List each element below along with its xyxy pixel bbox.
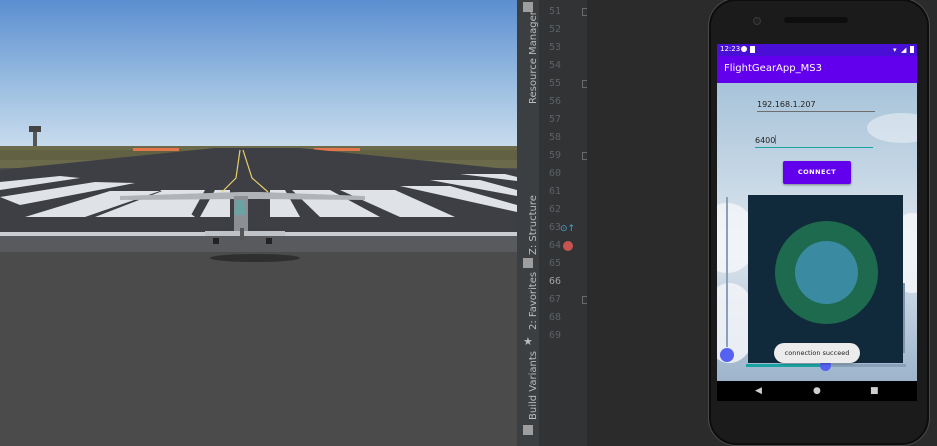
line-number: 62 [548,204,561,215]
battery-icon [910,46,914,53]
back-button[interactable]: ◀ [755,386,762,396]
text-cursor [775,135,777,144]
speaker-grille [784,17,848,23]
throttle-slider-fill [746,364,822,367]
app-title: FlightGearApp_MS3 [724,63,822,74]
tool-window-label: Z: Structure [528,195,539,255]
code-editor[interactable] [587,0,707,446]
control-tower [33,130,37,146]
line-number: 68 [548,312,561,323]
line-number-gutter: 51 52 53 54 55 56 57 58 59 60 61 62 63 6… [539,0,588,446]
connect-button[interactable]: CONNECT [783,161,851,184]
tool-window-resource-manager[interactable]: Resource Manager [517,0,539,120]
flight-simulator-view [0,0,517,446]
rudder-slider-track[interactable] [726,197,728,347]
home-button[interactable]: ● [813,386,821,396]
ip-address-value: 192.168.1.207 [757,100,816,109]
ide-tool-strip: Resource Manager Z: Structure 2: Favorit… [517,0,540,446]
line-number-current: 66 [548,276,561,287]
line-number: 57 [548,114,561,125]
sky [0,0,517,148]
status-time: 12:23 [720,45,741,53]
notification-icon [741,46,747,52]
line-number: 56 [548,96,561,107]
override-marker-icon[interactable]: ⊙↑ [560,224,575,234]
field-underline [757,111,875,112]
line-number: 55 [548,78,561,89]
cloud-decoration [867,113,917,143]
tool-window-structure[interactable]: Z: Structure [517,195,539,270]
port-value: 6400 [755,136,776,145]
star-icon: ★ [523,335,533,348]
app-bar: FlightGearApp_MS3 [717,56,917,83]
navigation-bar: ◀ ● ■ [717,381,917,401]
line-number: 63 [548,222,561,233]
build-variants-icon [523,425,533,435]
tool-window-build-variants[interactable]: Build Variants [517,351,539,442]
front-camera [753,17,761,25]
joystick-panel[interactable] [748,195,903,363]
joystick-outer-ring [775,221,878,324]
line-number: 64 [548,240,561,251]
ip-address-field[interactable]: 192.168.1.207 [757,100,875,112]
line-number: 58 [548,132,561,143]
breakpoint-icon[interactable] [563,241,573,251]
line-number: 67 [548,294,561,305]
line-number: 69 [548,330,561,341]
line-number: 60 [548,168,561,179]
joystick-knob[interactable] [795,241,858,304]
phone-screen: 12:23 ▾ ◢ FlightGearApp_MS3 192.168.1.20… [717,44,917,401]
line-number: 65 [548,258,561,269]
line-number: 52 [548,24,561,35]
tool-window-label: 2: Favorites [528,271,539,330]
recents-button[interactable]: ■ [870,386,879,396]
tool-window-label: Build Variants [528,351,539,420]
tool-window-label: Resource Manager [528,11,539,104]
line-number: 59 [548,150,561,161]
line-number: 51 [548,6,561,17]
status-bar: 12:23 ▾ ◢ [717,44,917,56]
toast-message: connection succeed [774,343,860,363]
app-content: 192.168.1.207 6400 CONNECT connection su… [717,83,917,381]
port-field[interactable]: 6400 [755,135,873,148]
line-number: 54 [548,60,561,71]
line-number: 53 [548,42,561,53]
sd-card-icon [750,46,755,53]
wifi-icon: ▾ [893,46,897,54]
line-number: 61 [548,186,561,197]
signal-icon: ◢ [901,46,907,54]
runway-scene [0,0,517,446]
field-underline [755,147,873,148]
tarmac [0,252,517,446]
rudder-slider-thumb[interactable] [720,348,734,362]
side-slider-track[interactable] [903,283,905,353]
structure-icon [523,258,533,268]
tool-window-favorites[interactable]: 2: Favorites ★ [517,272,539,348]
